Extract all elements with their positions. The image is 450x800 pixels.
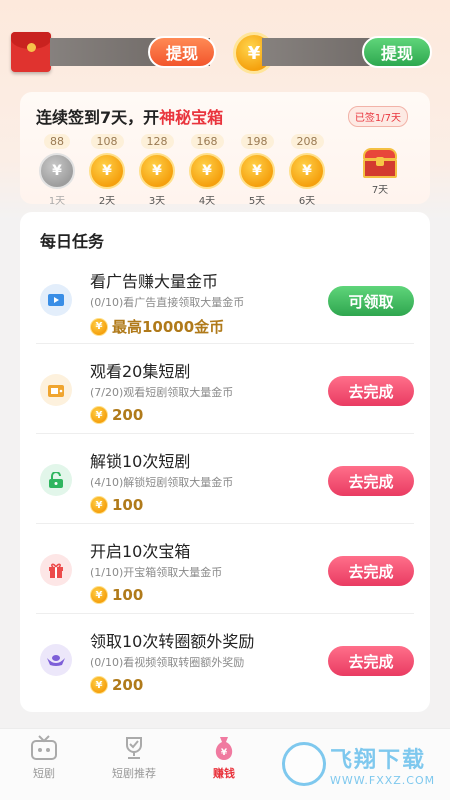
gift-icon bbox=[40, 554, 72, 586]
coin-icon: ¥ bbox=[139, 153, 175, 189]
checkin-day-5[interactable]: 198 ¥ 5天 bbox=[234, 130, 280, 207]
go-complete-button[interactable]: 去完成 bbox=[328, 376, 414, 406]
task-desc: (1/10)开宝箱领取大量金币 bbox=[90, 566, 223, 579]
coin-icon: ¥ bbox=[90, 317, 108, 336]
withdraw-coin-button[interactable]: 提现 bbox=[362, 36, 432, 68]
checkin-day-1[interactable]: 88 ¥ 1天 bbox=[34, 130, 80, 207]
task-item: 观看20集短剧 (7/20)观看短剧领取大量金币 ¥ 200 去完成 bbox=[36, 344, 414, 434]
task-reward: ¥ 200 bbox=[90, 406, 143, 424]
task-reward: ¥ 100 bbox=[90, 586, 143, 604]
task-name: 看广告赚大量金币 bbox=[90, 272, 219, 291]
coin-icon: ¥ bbox=[90, 586, 108, 604]
coin-icon: ¥ bbox=[289, 153, 325, 189]
checkin-day-4[interactable]: 168 ¥ 4天 bbox=[184, 130, 230, 207]
treasure-chest-icon bbox=[363, 148, 397, 178]
task-desc: (4/10)解锁短剧领取大量金币 bbox=[90, 476, 234, 489]
task-desc: (0/10)看视频领取转圈额外奖励 bbox=[90, 656, 245, 669]
checkin-card: 连续签到7天，开神秘宝箱 已签1/7天 88 ¥ 1天 108 ¥ 2天 128… bbox=[20, 92, 430, 207]
task-item: 解锁10次短剧 (4/10)解锁短剧领取大量金币 ¥ 100 去完成 bbox=[36, 434, 414, 524]
task-desc: (7/20)观看短剧领取大量金币 bbox=[90, 386, 234, 399]
withdraw-cash-button[interactable]: 提现 bbox=[148, 36, 216, 68]
task-item: 开启10次宝箱 (1/10)开宝箱领取大量金币 ¥ 100 去完成 bbox=[36, 524, 414, 614]
red-packet-icon[interactable] bbox=[11, 32, 51, 72]
claim-button[interactable]: 可领取 bbox=[328, 286, 414, 316]
task-reward: ¥ 100 bbox=[90, 496, 143, 514]
nav-item-drama[interactable]: 短剧 bbox=[4, 735, 84, 781]
money-bag-icon: ¥ bbox=[210, 735, 238, 761]
task-item: 领取10次转圈额外奖励 (0/10)看视频领取转圈额外奖励 ¥ 200 去完成 bbox=[36, 614, 414, 704]
go-complete-button[interactable]: 去完成 bbox=[328, 556, 414, 586]
task-item: 看广告赚大量金币 (0/10)看广告直接领取大量金币 ¥ 最高10000金币 可… bbox=[36, 254, 414, 344]
ingot-icon bbox=[40, 644, 72, 676]
video-icon bbox=[40, 284, 72, 316]
daily-tasks-card: 每日任务 看广告赚大量金币 (0/10)看广告直接领取大量金币 ¥ 最高1000… bbox=[20, 212, 430, 712]
wallet-bar: 提现 ¥ 提现 bbox=[0, 0, 450, 95]
svg-text:¥: ¥ bbox=[221, 748, 228, 758]
checkin-title-highlight: 神秘宝箱 bbox=[159, 108, 224, 127]
signed-progress-badge: 已签1/7天 bbox=[347, 106, 408, 127]
trophy-icon bbox=[120, 735, 148, 761]
checkin-day-3[interactable]: 128 ¥ 3天 bbox=[134, 130, 180, 207]
daily-tasks-title: 每日任务 bbox=[40, 232, 105, 251]
checkin-day-2[interactable]: 108 ¥ 2天 bbox=[84, 130, 130, 207]
coin-icon: ¥ bbox=[189, 153, 225, 189]
coin-icon: ¥ bbox=[90, 496, 108, 514]
coin-icon: ¥ bbox=[89, 153, 125, 189]
task-name: 解锁10次短剧 bbox=[90, 452, 191, 471]
nav-item-earn[interactable]: ¥ 赚钱 bbox=[184, 735, 264, 781]
go-complete-button[interactable]: 去完成 bbox=[328, 466, 414, 496]
coin-icon: ¥ bbox=[90, 406, 108, 424]
checkin-day-6[interactable]: 208 ¥ 6天 bbox=[284, 130, 330, 207]
nav-item-recommend[interactable]: 短剧推荐 bbox=[94, 735, 174, 781]
go-complete-button[interactable]: 去完成 bbox=[328, 646, 414, 676]
task-name: 观看20集短剧 bbox=[90, 362, 191, 381]
task-name: 领取10次转圈额外奖励 bbox=[90, 632, 255, 651]
coin-icon: ¥ bbox=[239, 153, 275, 189]
tv-icon bbox=[30, 735, 58, 761]
task-reward: ¥ 最高10000金币 bbox=[90, 316, 224, 337]
task-desc: (0/10)看广告直接领取大量金币 bbox=[90, 296, 245, 309]
tv-icon bbox=[40, 374, 72, 406]
checkin-title: 连续签到7天，开神秘宝箱 bbox=[36, 108, 224, 127]
task-reward: ¥ 200 bbox=[90, 676, 143, 694]
checkin-day-7[interactable]: 7天 bbox=[357, 130, 403, 196]
task-name: 开启10次宝箱 bbox=[90, 542, 191, 561]
unlock-icon bbox=[40, 464, 72, 496]
coin-icon: ¥ bbox=[90, 676, 108, 694]
watermark-logo-icon bbox=[282, 742, 326, 786]
site-watermark: 飞翔下载 WWW.FXXZ.COM bbox=[282, 734, 442, 794]
coin-icon: ¥ bbox=[39, 153, 75, 189]
